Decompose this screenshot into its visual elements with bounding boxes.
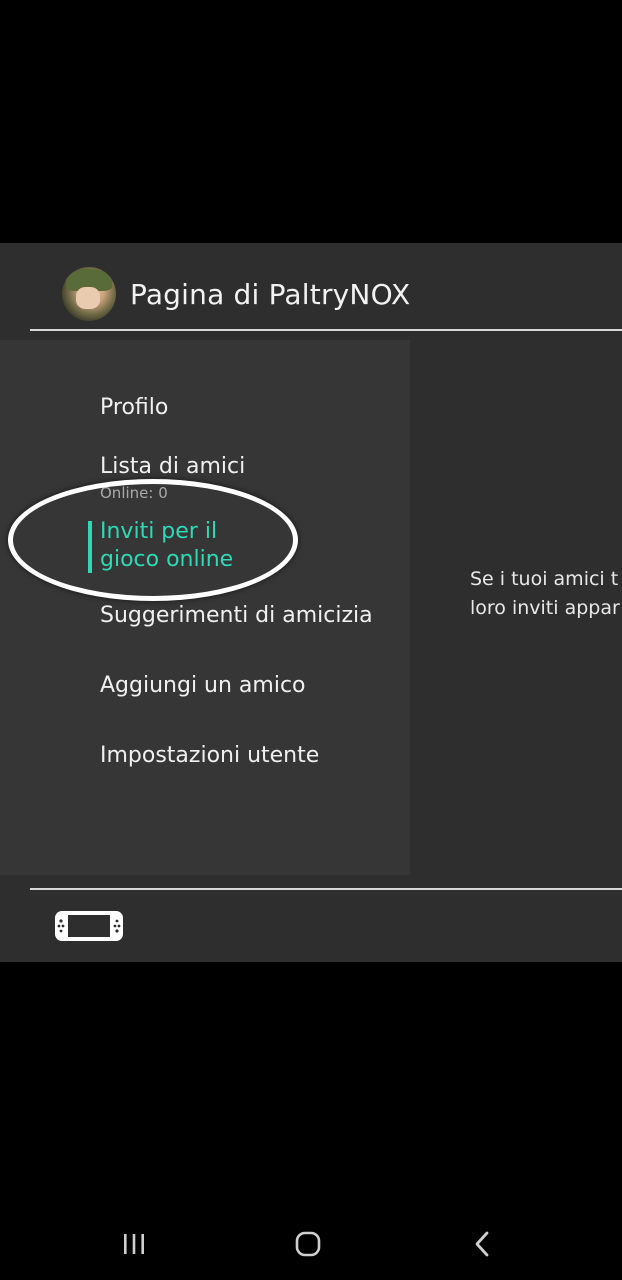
content-message-line1: Se i tuoi amici t (470, 568, 619, 590)
friends-online-count: Online: 0 (100, 484, 168, 502)
footer-divider (30, 888, 622, 890)
header-divider (30, 329, 622, 331)
sidebar-item-online-invites[interactable]: Inviti per il gioco online (100, 518, 233, 574)
invites-label-line1: Inviti per il (100, 519, 218, 544)
home-icon[interactable] (288, 1228, 328, 1260)
sidebar-item-add-friend[interactable]: Aggiungi un amico (100, 673, 306, 698)
sidebar-item-friend-suggestions[interactable]: Suggerimenti di amicizia (100, 603, 373, 628)
page-header: Pagina di PaltryNOX (0, 243, 622, 330)
console-handheld-icon (54, 910, 124, 942)
page-title: Pagina di PaltryNOX (130, 278, 411, 311)
sidebar-item-user-settings[interactable]: Impostazioni utente (100, 743, 319, 768)
sidebar-item-friends-list[interactable]: Lista di amici (100, 454, 245, 479)
back-icon[interactable] (462, 1228, 502, 1260)
android-navigation-bar (0, 1210, 622, 1280)
content-message-line2: loro inviti appar (470, 597, 620, 619)
friends-page-screen: Pagina di PaltryNOX Profilo Lista di ami… (0, 243, 622, 962)
selection-indicator (88, 521, 92, 573)
recent-apps-icon[interactable] (114, 1228, 154, 1260)
sidebar-item-profile[interactable]: Profilo (100, 395, 168, 420)
user-avatar[interactable] (62, 267, 116, 321)
invites-label-line2: gioco online (100, 547, 234, 572)
